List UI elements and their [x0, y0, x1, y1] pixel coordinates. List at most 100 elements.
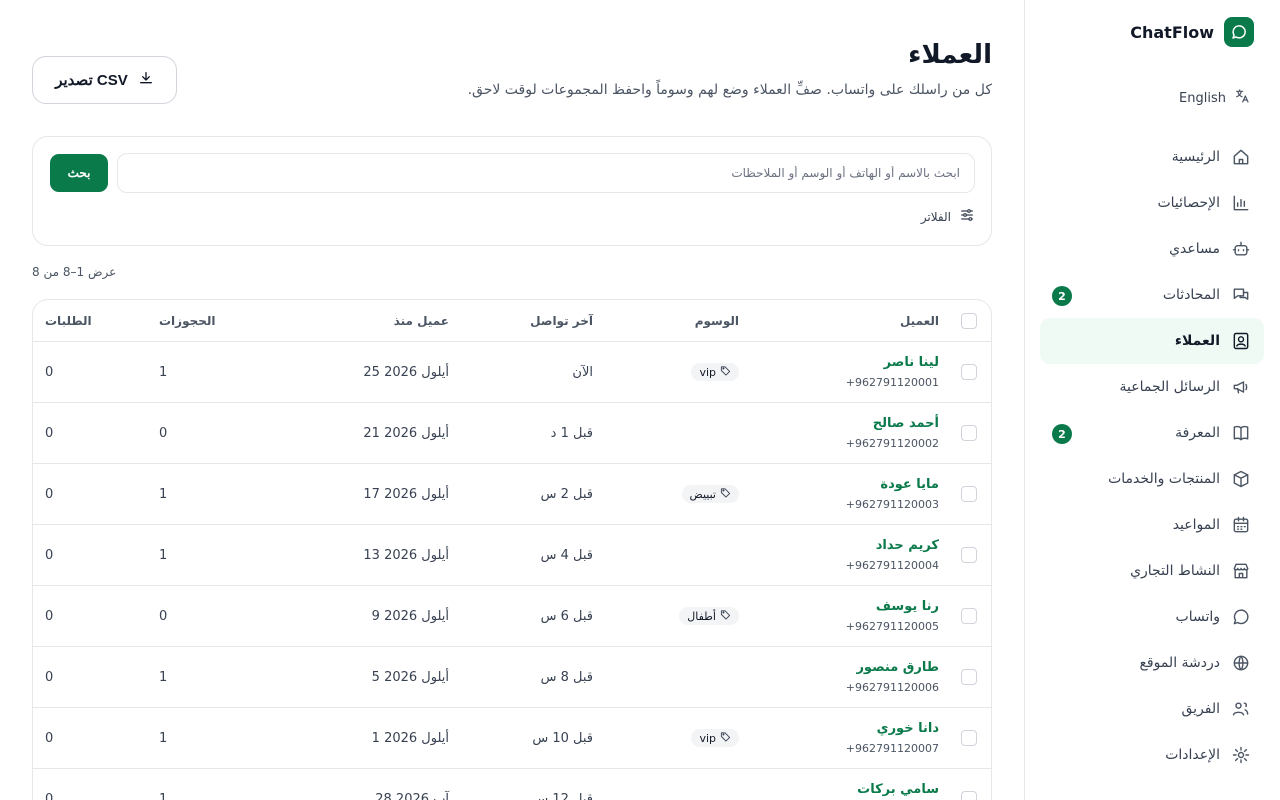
sidebar-item-label: الإحصائيات: [1157, 195, 1220, 211]
row-checkbox[interactable]: [961, 486, 977, 502]
chat-bubbles-icon: [1230, 284, 1252, 306]
client-name[interactable]: سامي بركات: [857, 782, 939, 797]
sidebar-item-7[interactable]: المعرفة 2: [1040, 410, 1264, 456]
bookings-cell: 0: [159, 608, 168, 624]
table-row[interactable]: سامي بركات قبل 12 س 28 آب 2026 1 0: [33, 769, 991, 800]
column-bookings[interactable]: الحجوزات: [159, 300, 219, 341]
column-client[interactable]: العميل: [739, 300, 939, 341]
globe-icon: [1230, 652, 1252, 674]
sidebar-item-13[interactable]: الفريق: [1040, 686, 1264, 732]
client-cell: مايا عودة +962791120003: [739, 464, 939, 524]
table-row[interactable]: رنا يوسف +962791120005 أطفال قبل 6 س 9 أيلول…: [33, 586, 991, 647]
tags-cell: أطفال: [629, 586, 739, 646]
filters-toggle[interactable]: الفلاتر: [921, 207, 975, 226]
sidebar-item-label: الرئيسية: [1171, 149, 1220, 165]
row-select-cell: [961, 342, 979, 402]
client-cell: رنا يوسف +962791120005: [739, 586, 939, 646]
row-checkbox[interactable]: [961, 791, 977, 800]
table-row[interactable]: مايا عودة +962791120003 تبييض قبل 2 س 17 أيل…: [33, 464, 991, 525]
client-phone: +962791120005: [845, 620, 939, 633]
language-switch[interactable]: English: [1179, 88, 1250, 108]
client-cell: دانا خوري +962791120007: [739, 708, 939, 768]
last-contact-cell: قبل 2 س: [540, 486, 593, 502]
sidebar-item-14[interactable]: الإعدادات: [1040, 732, 1264, 778]
client-since-cell: 25 أيلول 2026: [363, 364, 449, 380]
select-all-cell: [961, 300, 979, 341]
filters-label: الفلاتر: [920, 209, 951, 224]
column-last-contact[interactable]: آخر تواصل: [473, 300, 593, 341]
row-checkbox[interactable]: [961, 730, 977, 746]
row-checkbox[interactable]: [961, 669, 977, 685]
sidebar-item-label: الرسائل الجماعية: [1119, 379, 1220, 395]
table-row[interactable]: دانا خوري +962791120007 vip قبل 10 س 1 أيلول…: [33, 708, 991, 769]
tag-badge[interactable]: تبييض: [681, 485, 739, 503]
orders-cell: 0: [45, 791, 54, 800]
row-select-cell: [961, 525, 979, 585]
client-phone: +962791120004: [845, 559, 939, 572]
export-csv-button[interactable]: تصدير CSV: [32, 56, 177, 104]
client-since-cell: 17 أيلول 2026: [363, 486, 449, 502]
brand[interactable]: ChatFlow: [1130, 16, 1254, 48]
tags-cell: [629, 403, 739, 463]
row-checkbox[interactable]: [961, 364, 977, 380]
client-name[interactable]: طارق منصور: [856, 660, 939, 675]
sidebar-item-11[interactable]: واتساب: [1040, 594, 1264, 640]
search-button[interactable]: بحث: [50, 154, 108, 192]
row-checkbox[interactable]: [961, 547, 977, 563]
row-checkbox[interactable]: [961, 608, 977, 624]
sidebar-item-9[interactable]: المواعيد: [1040, 502, 1264, 548]
tag-badge[interactable]: أطفال: [679, 607, 739, 625]
column-orders[interactable]: الطلبات: [45, 300, 105, 341]
table-row[interactable]: لينا ناصر +962791120001 vip الآن 25 أيلول 20…: [33, 342, 991, 403]
search-input[interactable]: [117, 153, 975, 193]
sidebar-item-12[interactable]: دردشة الموقع: [1040, 640, 1264, 686]
client-name[interactable]: كريم حداد: [876, 538, 939, 553]
sidebar-item-6[interactable]: الرسائل الجماعية: [1040, 364, 1264, 410]
client-phone: +962791120002: [845, 437, 939, 450]
client-name[interactable]: مايا عودة: [880, 477, 939, 492]
column-client-since[interactable]: عميل منذ: [299, 300, 449, 341]
box-icon: [1230, 468, 1252, 490]
last-contact-cell: قبل 1 د: [550, 425, 593, 441]
tag-badge[interactable]: vip: [691, 729, 739, 747]
bookings-cell: 1: [159, 486, 168, 502]
tag-badge[interactable]: vip: [691, 363, 739, 381]
column-tags[interactable]: الوسوم: [629, 300, 739, 341]
tag-label: أطفال: [687, 609, 716, 623]
last-contact-cell: قبل 12 س: [532, 791, 593, 800]
sidebar-item-1[interactable]: الرئيسية: [1040, 134, 1264, 180]
sidebar-item-3[interactable]: مساعدي: [1040, 226, 1264, 272]
row-select-cell: [961, 586, 979, 646]
sidebar-item-5[interactable]: العملاء: [1040, 318, 1264, 364]
client-since-cell: 28 آب 2026: [375, 791, 449, 800]
brand-name: ChatFlow: [1130, 22, 1214, 42]
client-name[interactable]: رنا يوسف: [876, 599, 939, 614]
unread-badge: 2: [1052, 286, 1072, 306]
table-row[interactable]: كريم حداد +962791120004 قبل 4 س 13 أيلول 20…: [33, 525, 991, 586]
select-all-checkbox[interactable]: [961, 312, 977, 329]
row-checkbox[interactable]: [961, 425, 977, 441]
tag-label: vip: [699, 731, 716, 745]
bar-chart-icon: [1230, 192, 1252, 214]
client-name[interactable]: لينا ناصر: [884, 355, 939, 370]
unread-badge: 2: [1052, 424, 1072, 444]
users-icon: [1230, 698, 1252, 720]
client-cell: سامي بركات: [739, 769, 939, 800]
page-subtitle: كل من راسلك على واتساب. صفِّ العملاء وضع…: [467, 82, 992, 98]
store-icon: [1230, 560, 1252, 582]
table-row[interactable]: طارق منصور +962791120006 قبل 8 س 5 أيلول 20…: [33, 647, 991, 708]
table-row[interactable]: أحمد صالح +962791120002 قبل 1 د 21 أيلول 20…: [33, 403, 991, 464]
client-name[interactable]: أحمد صالح: [873, 416, 939, 431]
tags-cell: vip: [629, 342, 739, 402]
client-since-cell: 21 أيلول 2026: [363, 425, 449, 441]
bookings-cell: 1: [159, 669, 168, 685]
client-phone: +962791120006: [845, 681, 939, 694]
sidebar-item-10[interactable]: النشاط التجاري: [1040, 548, 1264, 594]
download-icon: [138, 70, 154, 90]
sidebar-item-2[interactable]: الإحصائيات: [1040, 180, 1264, 226]
sidebar-item-label: واتساب: [1175, 609, 1220, 625]
client-name[interactable]: دانا خوري: [877, 721, 939, 736]
tag-icon: [720, 365, 731, 379]
sidebar-item-4[interactable]: المحادثات 2: [1040, 272, 1264, 318]
sidebar-item-8[interactable]: المنتجات والخدمات: [1040, 456, 1264, 502]
